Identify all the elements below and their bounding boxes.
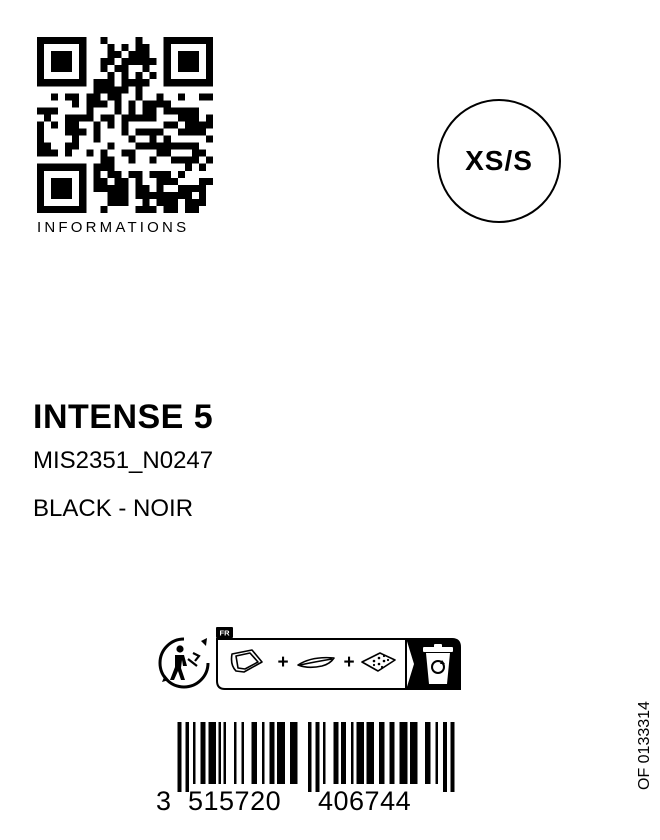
barcode-bar: [356, 722, 364, 784]
plus-sign: +: [343, 652, 354, 673]
barcode-bar: [269, 722, 275, 784]
barcode-bar: [323, 722, 326, 784]
barcode-bar: [251, 722, 257, 784]
barcode-bar: [333, 722, 339, 784]
barcode-bar: [223, 722, 227, 784]
barcode: [177, 722, 455, 792]
sticker-icon: [361, 652, 396, 672]
barcode-guard-bar: [185, 722, 190, 792]
barcode-digits: 3 515720 406744: [150, 786, 470, 816]
product-name: INTENSE 5: [33, 398, 214, 436]
product-color: BLACK - NOIR: [33, 495, 194, 522]
barcode-bar: [289, 722, 298, 784]
barcode-bar: [425, 722, 431, 784]
barcode-guard-bar: [450, 722, 455, 792]
product-reference: MIS2351_N0247: [33, 447, 214, 474]
barcode-bar: [435, 722, 438, 784]
barcode-bar: [233, 722, 237, 784]
barcode-guard-bar: [443, 722, 447, 792]
qr-label: INFORMATIONS: [37, 219, 190, 236]
barcode-bar: [241, 722, 244, 784]
barcode-bar: [218, 722, 222, 784]
barcode-bar: [192, 722, 196, 784]
size-text: XS/S: [465, 145, 533, 176]
barcode-bar: [351, 722, 354, 784]
barcode-bar: [389, 722, 395, 784]
barcode-guard-bar: [177, 722, 182, 792]
barcode-bar: [208, 722, 216, 784]
packaging-bag-icon: [230, 649, 263, 673]
size-badge: XS/S: [437, 99, 561, 223]
triman-icon: [158, 637, 210, 689]
of-code: OF 0133314: [636, 701, 653, 790]
barcode-group-right: 406744: [318, 786, 412, 816]
barcode-bar: [379, 722, 385, 784]
barcode-guard-bar: [315, 722, 320, 792]
barcode-bar: [261, 722, 265, 784]
country-code: FR: [220, 629, 231, 638]
barcode-bar: [366, 722, 375, 784]
barcode-digit-first: 3: [156, 786, 172, 816]
barcode-guard-bar: [307, 722, 312, 792]
barcode-group-left: 515720: [188, 786, 282, 816]
barcode-bar: [340, 722, 347, 784]
barcode-bar: [200, 722, 206, 784]
barcode-bar: [277, 722, 285, 784]
paper-tag-icon: [297, 656, 335, 669]
plus-sign: +: [277, 652, 288, 673]
qr-code[interactable]: [37, 37, 213, 213]
barcode-bar: [399, 722, 408, 784]
sorting-info-banner: FR + +: [216, 627, 461, 690]
qr-modules: [37, 37, 213, 213]
barcode-bar: [409, 722, 418, 784]
